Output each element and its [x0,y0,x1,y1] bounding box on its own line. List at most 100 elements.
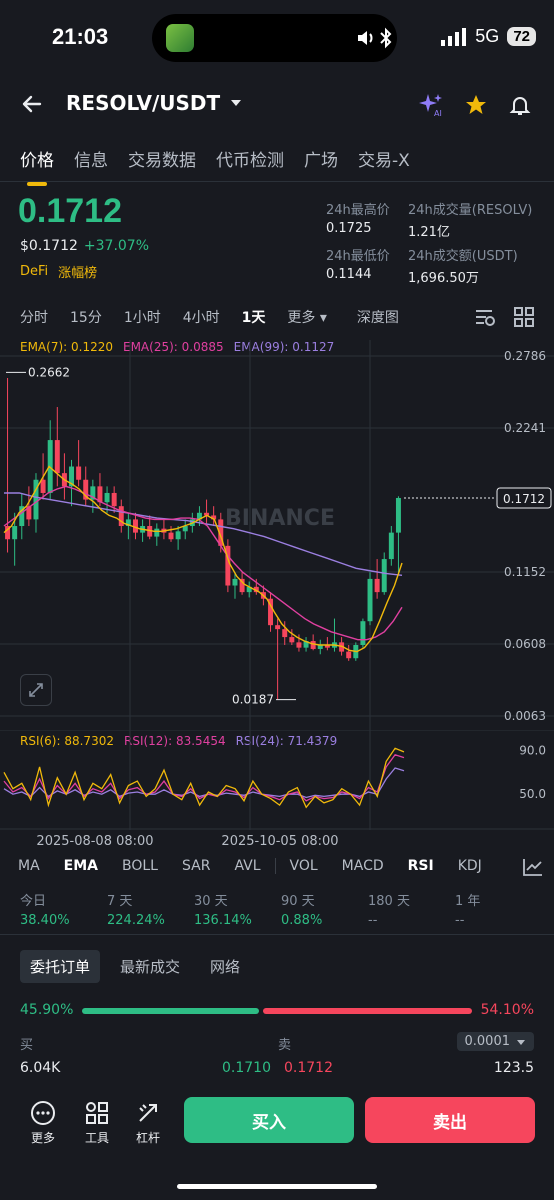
perf-7d: 7 天 224.24% [107,890,165,928]
tab-square[interactable]: 广场 [304,146,338,171]
y-tick-label: 0.1152 [504,565,546,579]
indicator-vol[interactable]: VOL [290,858,318,874]
interval-more[interactable]: 更多 ▾ [287,307,326,327]
usd-price: $0.1712 [20,238,78,254]
bell-icon[interactable] [508,93,532,117]
perf-value: 38.40% [20,913,70,928]
candle-body [40,479,46,493]
chart-settings-icon[interactable] [474,307,496,327]
indicator-settings-icon[interactable] [522,857,544,877]
interval-time[interactable]: 分时 [20,307,48,327]
candle-body [296,642,302,648]
buy-col-label: 买 [20,1038,34,1053]
interval-15m[interactable]: 15分 [70,307,102,327]
perf-value: 0.88% [281,913,323,928]
precision-value: 0.0001 [464,1034,511,1049]
expand-chart-button[interactable] [20,674,52,706]
home-indicator [177,1184,377,1189]
tab-network[interactable]: 网络 [200,950,250,983]
tab-price[interactable]: 价格 [20,146,54,186]
indicator-ema[interactable]: EMA [64,858,98,874]
buy-button[interactable]: 买入 [184,1097,354,1143]
indicator-ma[interactable]: MA [18,858,40,874]
leverage-icon [139,1104,157,1122]
indicator-avl[interactable]: AVL [234,858,260,874]
price-chart[interactable]: 0.2786 0.2241 0.1152 0.0608 0.0063 BINANCE 0.2… [0,340,554,730]
more-dots-icon [31,1101,55,1125]
main-tabs: 价格 信息 交易数据 代币检测 广场 交易-X [20,146,410,186]
tools-button[interactable]: 工具 [84,1100,110,1146]
leverage-button[interactable]: 杠杆 [135,1100,161,1146]
layout-grid-icon[interactable] [514,307,534,327]
live-activity-app-icon [166,24,194,52]
candle-body [12,526,18,540]
orderbook-tabs: 委托订单 最新成交 网络 [20,950,250,983]
tab-info[interactable]: 信息 [74,146,108,171]
perf-label: 1 年 [455,894,481,909]
perf-180d: 180 天 -- [368,890,410,928]
indicator-divider [274,858,276,874]
ai-sparkle-icon[interactable]: AI [418,92,444,118]
candle-body [310,641,316,649]
tab-recent-trades[interactable]: 最新成交 [110,950,190,983]
sell-col-label: 卖 [278,1038,292,1053]
indicator-sar[interactable]: SAR [182,858,210,874]
svg-text:AI: AI [434,109,442,118]
perf-label: 7 天 [107,894,133,909]
stat-high-label: 24h最高价 [326,203,390,218]
tab-trade-x[interactable]: 交易-X [358,146,410,171]
battery-indicator: 72 [507,27,536,46]
y-tick-label: 0.0063 [504,709,546,723]
indicator-boll[interactable]: BOLL [122,858,158,874]
y-tick-label: 0.2241 [504,421,546,435]
interval-4h[interactable]: 4小时 [183,307,220,327]
min-price-label: 0.0187 [232,693,274,707]
tab-token-check[interactable]: 代币检测 [216,146,284,171]
x-axis-label: 2025-10-05 08:00 [221,834,338,849]
section-divider [0,934,554,935]
current-price-label: 0.1712 [503,492,545,506]
buy-price[interactable]: 0.1710 [222,1060,271,1076]
stat-low: 24h最低价 0.1144 [326,245,390,282]
interval-depth[interactable]: 深度图 [357,307,399,327]
indicator-macd[interactable]: MACD [342,858,384,874]
precision-select[interactable]: 0.0001 [456,1032,534,1051]
more-button[interactable]: 更多 [30,1100,56,1146]
rsi-chart[interactable]: 90.0 50.0 2025-08-08 08:00 2025-10-05 08:00 [0,730,554,850]
watermark: BINANCE [225,506,335,531]
rsi-tick-label: 50.0 [519,787,546,801]
x-axis-label: 2025-08-08 08:00 [36,834,153,849]
star-icon[interactable] [464,93,488,117]
perf-label: 30 天 [194,894,228,909]
sell-ratio: 54.10% [480,1002,534,1018]
tag-gainers[interactable]: 涨幅榜 [58,262,97,281]
buy-qty: 6.04K [20,1060,61,1076]
tab-trading-data[interactable]: 交易数据 [128,146,196,171]
tab-order-book[interactable]: 委托订单 [20,950,101,983]
price-sub: $0.1712 +37.07% [20,238,149,254]
sell-button[interactable]: 卖出 [365,1097,535,1143]
indicator-kdj[interactable]: KDJ [458,858,482,874]
y-tick-label: 0.0608 [504,637,546,651]
stat-high-value: 0.1725 [326,221,372,236]
caret-down-icon [231,100,242,106]
tabs-divider [0,181,554,182]
interval-1h[interactable]: 1小时 [124,307,161,327]
perf-label: 180 天 [368,894,410,909]
ratio-bar-sell [263,1008,472,1014]
sell-price[interactable]: 0.1712 [284,1060,333,1076]
pair-selector[interactable]: RESOLV/USDT [66,91,244,115]
candle-body [275,625,281,630]
header-actions: AI [418,92,532,118]
interval-bar: 分时 15分 1小时 4小时 1天 更多 ▾ 深度图 [20,307,421,327]
stat-vol-quote-label: 24h成交额(USDT) [408,249,518,264]
interval-more-label: 更多 [287,310,316,326]
stat-vol-quote-value: 1,696.50万 [408,271,479,286]
stat-low-label: 24h最低价 [326,249,390,264]
interval-1d[interactable]: 1天 [242,307,266,327]
more-label: 更多 [30,1131,55,1145]
back-arrow-icon[interactable] [20,92,44,116]
indicator-rsi[interactable]: RSI [408,858,434,874]
perf-1y: 1 年 -- [455,890,480,928]
tag-defi[interactable]: DeFi [20,264,48,279]
